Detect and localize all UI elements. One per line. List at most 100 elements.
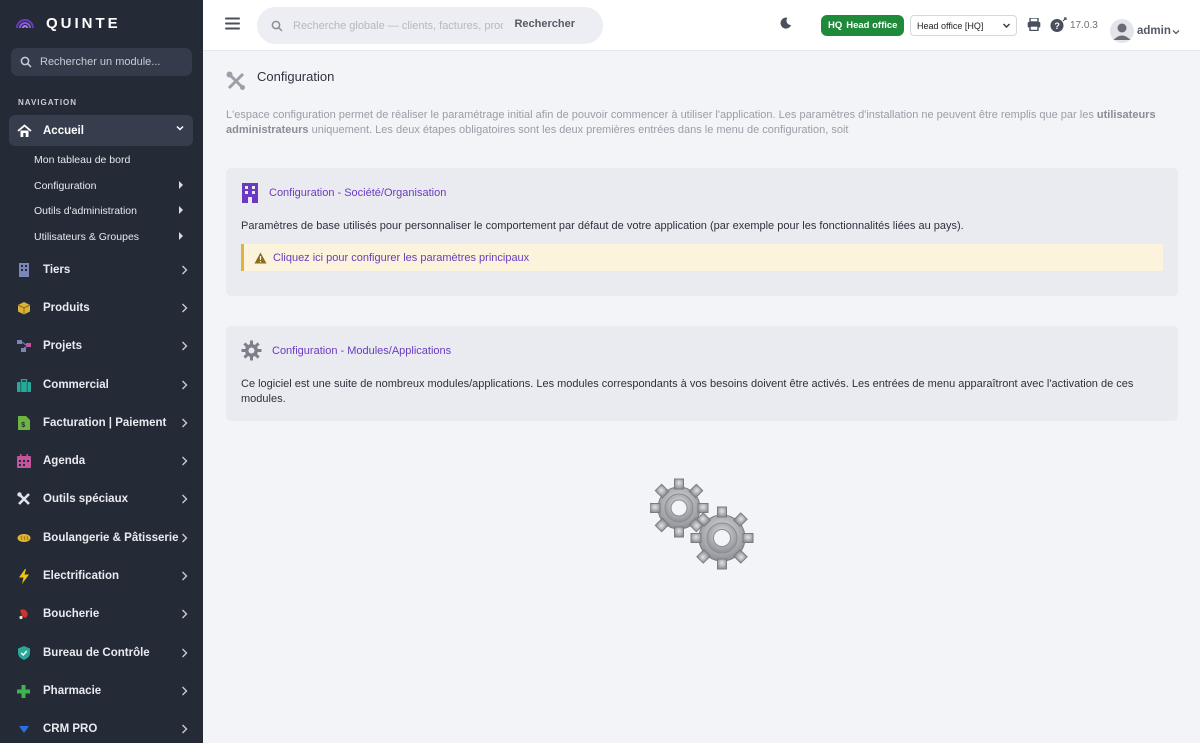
gears-illustration-icon [650,478,754,570]
briefcase-icon [16,378,31,392]
warning-icon [254,252,267,263]
caret-right-icon [179,181,183,189]
entity-badge-code: HQ [828,20,843,31]
svg-text:?: ? [1054,21,1060,31]
chevron-right-icon [182,341,188,351]
search-icon [271,20,283,32]
sidebar-subitem-configuration[interactable]: Configuration [34,176,184,196]
sidebar-item-label: Tiers [43,264,71,276]
card-header: Configuration - Société/Organisation [241,183,446,203]
box-icon [17,302,30,315]
gear-icon [241,340,262,361]
sidebar-item-crm-pro[interactable]: CRM PRO [16,717,188,741]
sidebar-subitem-label: Configuration [34,180,97,192]
sidebar: QUINTE NAVIGATION Accueil Mon tableau de… [0,0,203,743]
cross-icon [17,684,30,698]
entity-badge: HQ Head office [821,15,905,36]
sidebar-item-boulangerie[interactable]: Boulangerie & Pâtisserie [16,526,188,550]
sidebar-item-label: Outils spéciaux [43,493,129,505]
sidebar-item-produits[interactable]: Produits [16,296,188,320]
sidebar-item-label: Pharmacie [43,685,102,697]
tools-icon [226,71,245,90]
sidebar-subitem-users-groups[interactable]: Utilisateurs & Groupes [34,227,184,247]
module-search[interactable] [11,48,192,76]
topbar: Rechercher HQ Head office Head office [H… [203,0,1200,51]
configure-main-settings-link[interactable]: Cliquez ici pour configurer les paramètr… [273,252,529,264]
chevron-down-icon [176,125,184,131]
warning-banner: Cliquez ici pour configurer les paramètr… [241,244,1163,271]
chevron-right-icon [182,609,188,619]
sidebar-item-label: Boulangerie & Pâtisserie [43,532,179,544]
user-name[interactable]: admin [1137,25,1171,37]
sidebar-item-facturation[interactable]: $ Facturation | Paiement [16,411,188,435]
caret-right-icon [179,232,183,240]
intro-part-1: L'espace configuration permet de réalise… [226,109,1097,121]
intro-part-2: uniquement. Les deux étapes obligatoires… [308,124,849,136]
chevron-right-icon [182,380,188,390]
brand[interactable]: QUINTE [0,0,203,46]
entity-select[interactable]: Head office [HQ] [910,15,1017,36]
logo-icon [16,19,34,29]
card-header: Configuration - Modules/Applications [241,340,451,361]
shield-icon [17,646,30,660]
brand-name: QUINTE [46,14,121,32]
avatar[interactable] [1110,19,1134,43]
sidebar-item-commercial[interactable]: Commercial [16,373,188,397]
modules-setup-description: Ce logiciel est une suite de nombreux mo… [241,378,1134,405]
chevron-right-icon [182,494,188,504]
sidebar-item-electrification[interactable]: Electrification [16,564,188,588]
sidebar-item-outils-speciaux[interactable]: Outils spéciaux [16,487,188,511]
intro-text: L'espace configuration permet de réalise… [226,108,1171,138]
sidebar-item-label: Commercial [43,379,109,391]
chevron-down-icon[interactable] [1172,28,1180,36]
dark-mode-toggle-icon[interactable] [780,17,792,29]
caret-right-icon [179,206,183,214]
sidebar-item-label: Facturation | Paiement [43,417,167,429]
sidebar-item-projets[interactable]: Projets [16,334,188,358]
bolt-icon [18,568,29,584]
tools-icon [16,492,30,505]
company-setup-link[interactable]: Configuration - Société/Organisation [269,187,446,199]
sidebar-item-label: Bureau de Contrôle [43,647,150,659]
global-search-input[interactable] [293,19,503,32]
sidebar-item-label: Accueil [43,124,84,137]
sidebar-subitem-label: Outils d'administration [34,205,137,217]
chevron-right-icon [182,418,188,428]
building-icon [18,263,29,277]
sidebar-subitem-admin-tools[interactable]: Outils d'administration [34,201,184,221]
sidebar-item-agenda[interactable]: Agenda [16,449,188,473]
sidebar-item-label: Electrification [43,570,120,582]
home-icon [17,123,32,137]
chevron-right-icon [182,265,188,275]
modules-setup-link[interactable]: Configuration - Modules/Applications [272,345,451,357]
sidebar-item-label: Produits [43,302,90,314]
sidebar-subitem-label: Mon tableau de bord [34,154,131,166]
chevron-right-icon [182,533,188,543]
company-setup-description: Paramètres de base utilisés pour personn… [241,220,964,232]
sidebar-item-bureau-controle[interactable]: Bureau de Contrôle [16,641,188,665]
sidebar-item-boucherie[interactable]: Boucherie [16,602,188,626]
sidebar-subitem-label: Utilisateurs & Groupes [34,231,140,243]
main-content: Configuration L'espace configuration per… [203,51,1200,743]
app-version: 17.0.3 [1070,20,1098,31]
sidebar-item-accueil[interactable]: Accueil [9,115,193,146]
search-icon [20,56,32,68]
chevron-right-icon [182,648,188,658]
bread-icon [17,534,30,542]
crm-icon [18,726,29,733]
global-search-button[interactable]: Rechercher [514,18,575,30]
nav-section-title: NAVIGATION [18,98,78,107]
sidebar-item-pharmacie[interactable]: Pharmacie [16,679,188,703]
chevron-right-icon [182,571,188,581]
sidebar-item-tiers[interactable]: Tiers [16,258,188,282]
module-search-input[interactable] [40,56,185,68]
printer-icon[interactable] [1027,18,1041,31]
sidebar-subitem-dashboard[interactable]: Mon tableau de bord [34,150,184,170]
sidebar-item-label: Agenda [43,455,86,467]
chevron-right-icon [182,303,188,313]
menu-toggle-icon[interactable] [225,17,240,30]
global-search: Rechercher [257,7,603,44]
chevron-right-icon [182,686,188,696]
help-icon[interactable]: ? [1050,17,1068,33]
page-title: Configuration [257,69,335,84]
